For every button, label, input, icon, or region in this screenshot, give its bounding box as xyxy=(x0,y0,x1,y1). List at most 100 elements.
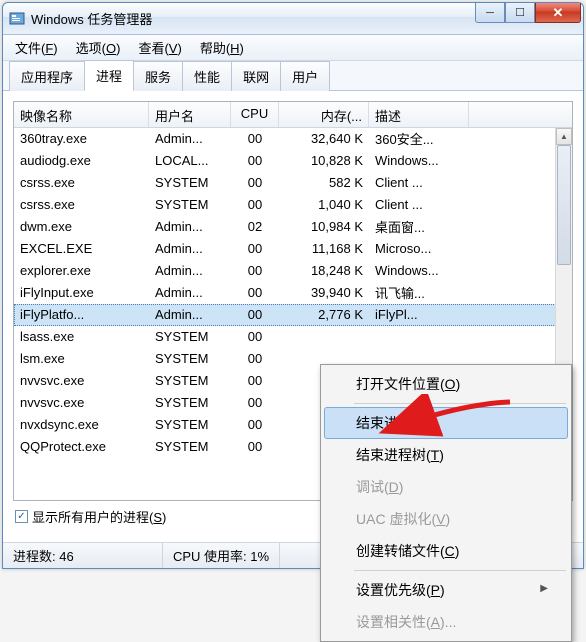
tab-networking[interactable]: 联网 xyxy=(231,61,281,91)
ctx-end-process[interactable]: 结束进程(E) xyxy=(324,407,568,439)
cell-user: SYSTEM xyxy=(149,196,231,213)
app-icon xyxy=(9,11,25,27)
cell-cpu: 00 xyxy=(231,372,279,389)
table-row[interactable]: lsass.exeSYSTEM00 xyxy=(14,326,572,348)
cell-mem: 39,940 K xyxy=(279,284,369,301)
cell-img: csrss.exe xyxy=(14,196,149,213)
cell-mem: 10,984 K xyxy=(279,218,369,235)
cell-desc: iFlyPl... xyxy=(369,306,469,323)
cell-mem: 2,776 K xyxy=(279,306,369,323)
cell-user: Admin... xyxy=(149,262,231,279)
cell-img: nvxdsync.exe xyxy=(14,416,149,433)
menu-view[interactable]: 查看(V) xyxy=(132,36,187,59)
cell-user: LOCAL... xyxy=(149,152,231,169)
ctx-uac-virtualization: UAC 虚拟化(V) xyxy=(324,503,568,535)
context-menu: 打开文件位置(O) 结束进程(E) 结束进程树(T) 调试(D) UAC 虚拟化… xyxy=(320,364,572,642)
ctx-set-affinity: 设置相关性(A)... xyxy=(324,606,568,638)
table-row[interactable]: iFlyPlatfo...Admin...002,776 KiFlyPl... xyxy=(14,304,572,326)
ctx-set-priority[interactable]: 设置优先级(P)▶ xyxy=(324,574,568,606)
tab-processes[interactable]: 进程 xyxy=(84,60,134,91)
cell-mem xyxy=(279,358,369,360)
status-cpu-usage: CPU 使用率: 1% xyxy=(163,543,280,568)
col-description[interactable]: 描述 xyxy=(369,102,469,127)
cell-cpu: 00 xyxy=(231,174,279,191)
cell-desc: Microso... xyxy=(369,240,469,257)
cell-user: SYSTEM xyxy=(149,350,231,367)
cell-img: iFlyInput.exe xyxy=(14,284,149,301)
cell-mem: 11,168 K xyxy=(279,240,369,257)
cell-user: Admin... xyxy=(149,240,231,257)
table-row[interactable]: 360tray.exeAdmin...0032,640 K360安全... xyxy=(14,128,572,150)
cell-img: 360tray.exe xyxy=(14,130,149,147)
cell-desc: Client ... xyxy=(369,174,469,191)
ctx-end-process-tree[interactable]: 结束进程树(T) xyxy=(324,439,568,471)
cell-img: iFlyPlatfo... xyxy=(14,306,149,323)
ctx-create-dump[interactable]: 创建转储文件(C) xyxy=(324,535,568,567)
cell-cpu: 00 xyxy=(231,438,279,455)
cell-cpu: 00 xyxy=(231,130,279,147)
menu-options[interactable]: 选项(O) xyxy=(70,36,127,59)
cell-cpu: 00 xyxy=(231,350,279,367)
col-cpu[interactable]: CPU xyxy=(231,102,279,127)
cell-img: QQProtect.exe xyxy=(14,438,149,455)
show-all-users-checkbox[interactable]: ✓ xyxy=(15,510,28,523)
cell-desc: Windows... xyxy=(369,262,469,279)
separator xyxy=(354,403,566,404)
table-row[interactable]: dwm.exeAdmin...0210,984 K桌面窗... xyxy=(14,216,572,238)
col-image-name[interactable]: 映像名称 xyxy=(14,102,149,127)
menu-help[interactable]: 帮助(H) xyxy=(194,36,250,59)
cell-img: lsm.exe xyxy=(14,350,149,367)
tab-bar: 应用程序 进程 服务 性能 联网 用户 xyxy=(3,61,583,91)
cell-cpu: 00 xyxy=(231,284,279,301)
col-user[interactable]: 用户名 xyxy=(149,102,231,127)
minimize-button[interactable]: ─ xyxy=(475,3,505,23)
cell-user: SYSTEM xyxy=(149,174,231,191)
table-row[interactable]: explorer.exeAdmin...0018,248 KWindows... xyxy=(14,260,572,282)
titlebar[interactable]: Windows 任务管理器 ─ ☐ ✕ xyxy=(3,3,583,35)
cell-user: Admin... xyxy=(149,284,231,301)
show-all-users-label: 显示所有用户的进程(S) xyxy=(32,507,166,526)
cell-user: SYSTEM xyxy=(149,328,231,345)
tab-services[interactable]: 服务 xyxy=(133,61,183,91)
cell-cpu: 00 xyxy=(231,328,279,345)
cell-desc: Windows... xyxy=(369,152,469,169)
window-buttons: ─ ☐ ✕ xyxy=(475,3,581,23)
cell-mem: 18,248 K xyxy=(279,262,369,279)
cell-mem: 32,640 K xyxy=(279,130,369,147)
table-row[interactable]: csrss.exeSYSTEM00582 KClient ... xyxy=(14,172,572,194)
ctx-open-file-location[interactable]: 打开文件位置(O) xyxy=(324,368,568,400)
scroll-thumb[interactable] xyxy=(557,145,571,265)
cell-cpu: 00 xyxy=(231,196,279,213)
cell-img: EXCEL.EXE xyxy=(14,240,149,257)
cell-img: dwm.exe xyxy=(14,218,149,235)
cell-img: lsass.exe xyxy=(14,328,149,345)
cell-img: csrss.exe xyxy=(14,174,149,191)
menu-file[interactable]: 文件(F) xyxy=(9,36,64,59)
cell-mem xyxy=(279,336,369,338)
list-header: 映像名称 用户名 CPU 内存(... 描述 xyxy=(14,102,572,128)
cell-desc xyxy=(369,336,469,338)
cell-img: audiodg.exe xyxy=(14,152,149,169)
col-memory[interactable]: 内存(... xyxy=(279,102,369,127)
cell-user: Admin... xyxy=(149,218,231,235)
cell-mem: 1,040 K xyxy=(279,196,369,213)
table-row[interactable]: EXCEL.EXEAdmin...0011,168 KMicroso... xyxy=(14,238,572,260)
tab-users[interactable]: 用户 xyxy=(280,61,330,91)
separator xyxy=(354,570,566,571)
cell-desc: 讯飞输... xyxy=(369,282,469,303)
cell-desc: Client ... xyxy=(369,196,469,213)
table-row[interactable]: audiodg.exeLOCAL...0010,828 KWindows... xyxy=(14,150,572,172)
cell-img: explorer.exe xyxy=(14,262,149,279)
close-button[interactable]: ✕ xyxy=(535,3,581,23)
table-row[interactable]: iFlyInput.exeAdmin...0039,940 K讯飞输... xyxy=(14,282,572,304)
maximize-button[interactable]: ☐ xyxy=(505,3,535,23)
tab-applications[interactable]: 应用程序 xyxy=(9,61,85,91)
cell-user: SYSTEM xyxy=(149,438,231,455)
cell-cpu: 00 xyxy=(231,416,279,433)
window-title: Windows 任务管理器 xyxy=(31,9,152,28)
tab-performance[interactable]: 性能 xyxy=(182,61,232,91)
status-process-count: 进程数: 46 xyxy=(3,543,163,568)
table-row[interactable]: csrss.exeSYSTEM001,040 KClient ... xyxy=(14,194,572,216)
scroll-up-button[interactable]: ▲ xyxy=(556,128,572,145)
cell-cpu: 00 xyxy=(231,394,279,411)
